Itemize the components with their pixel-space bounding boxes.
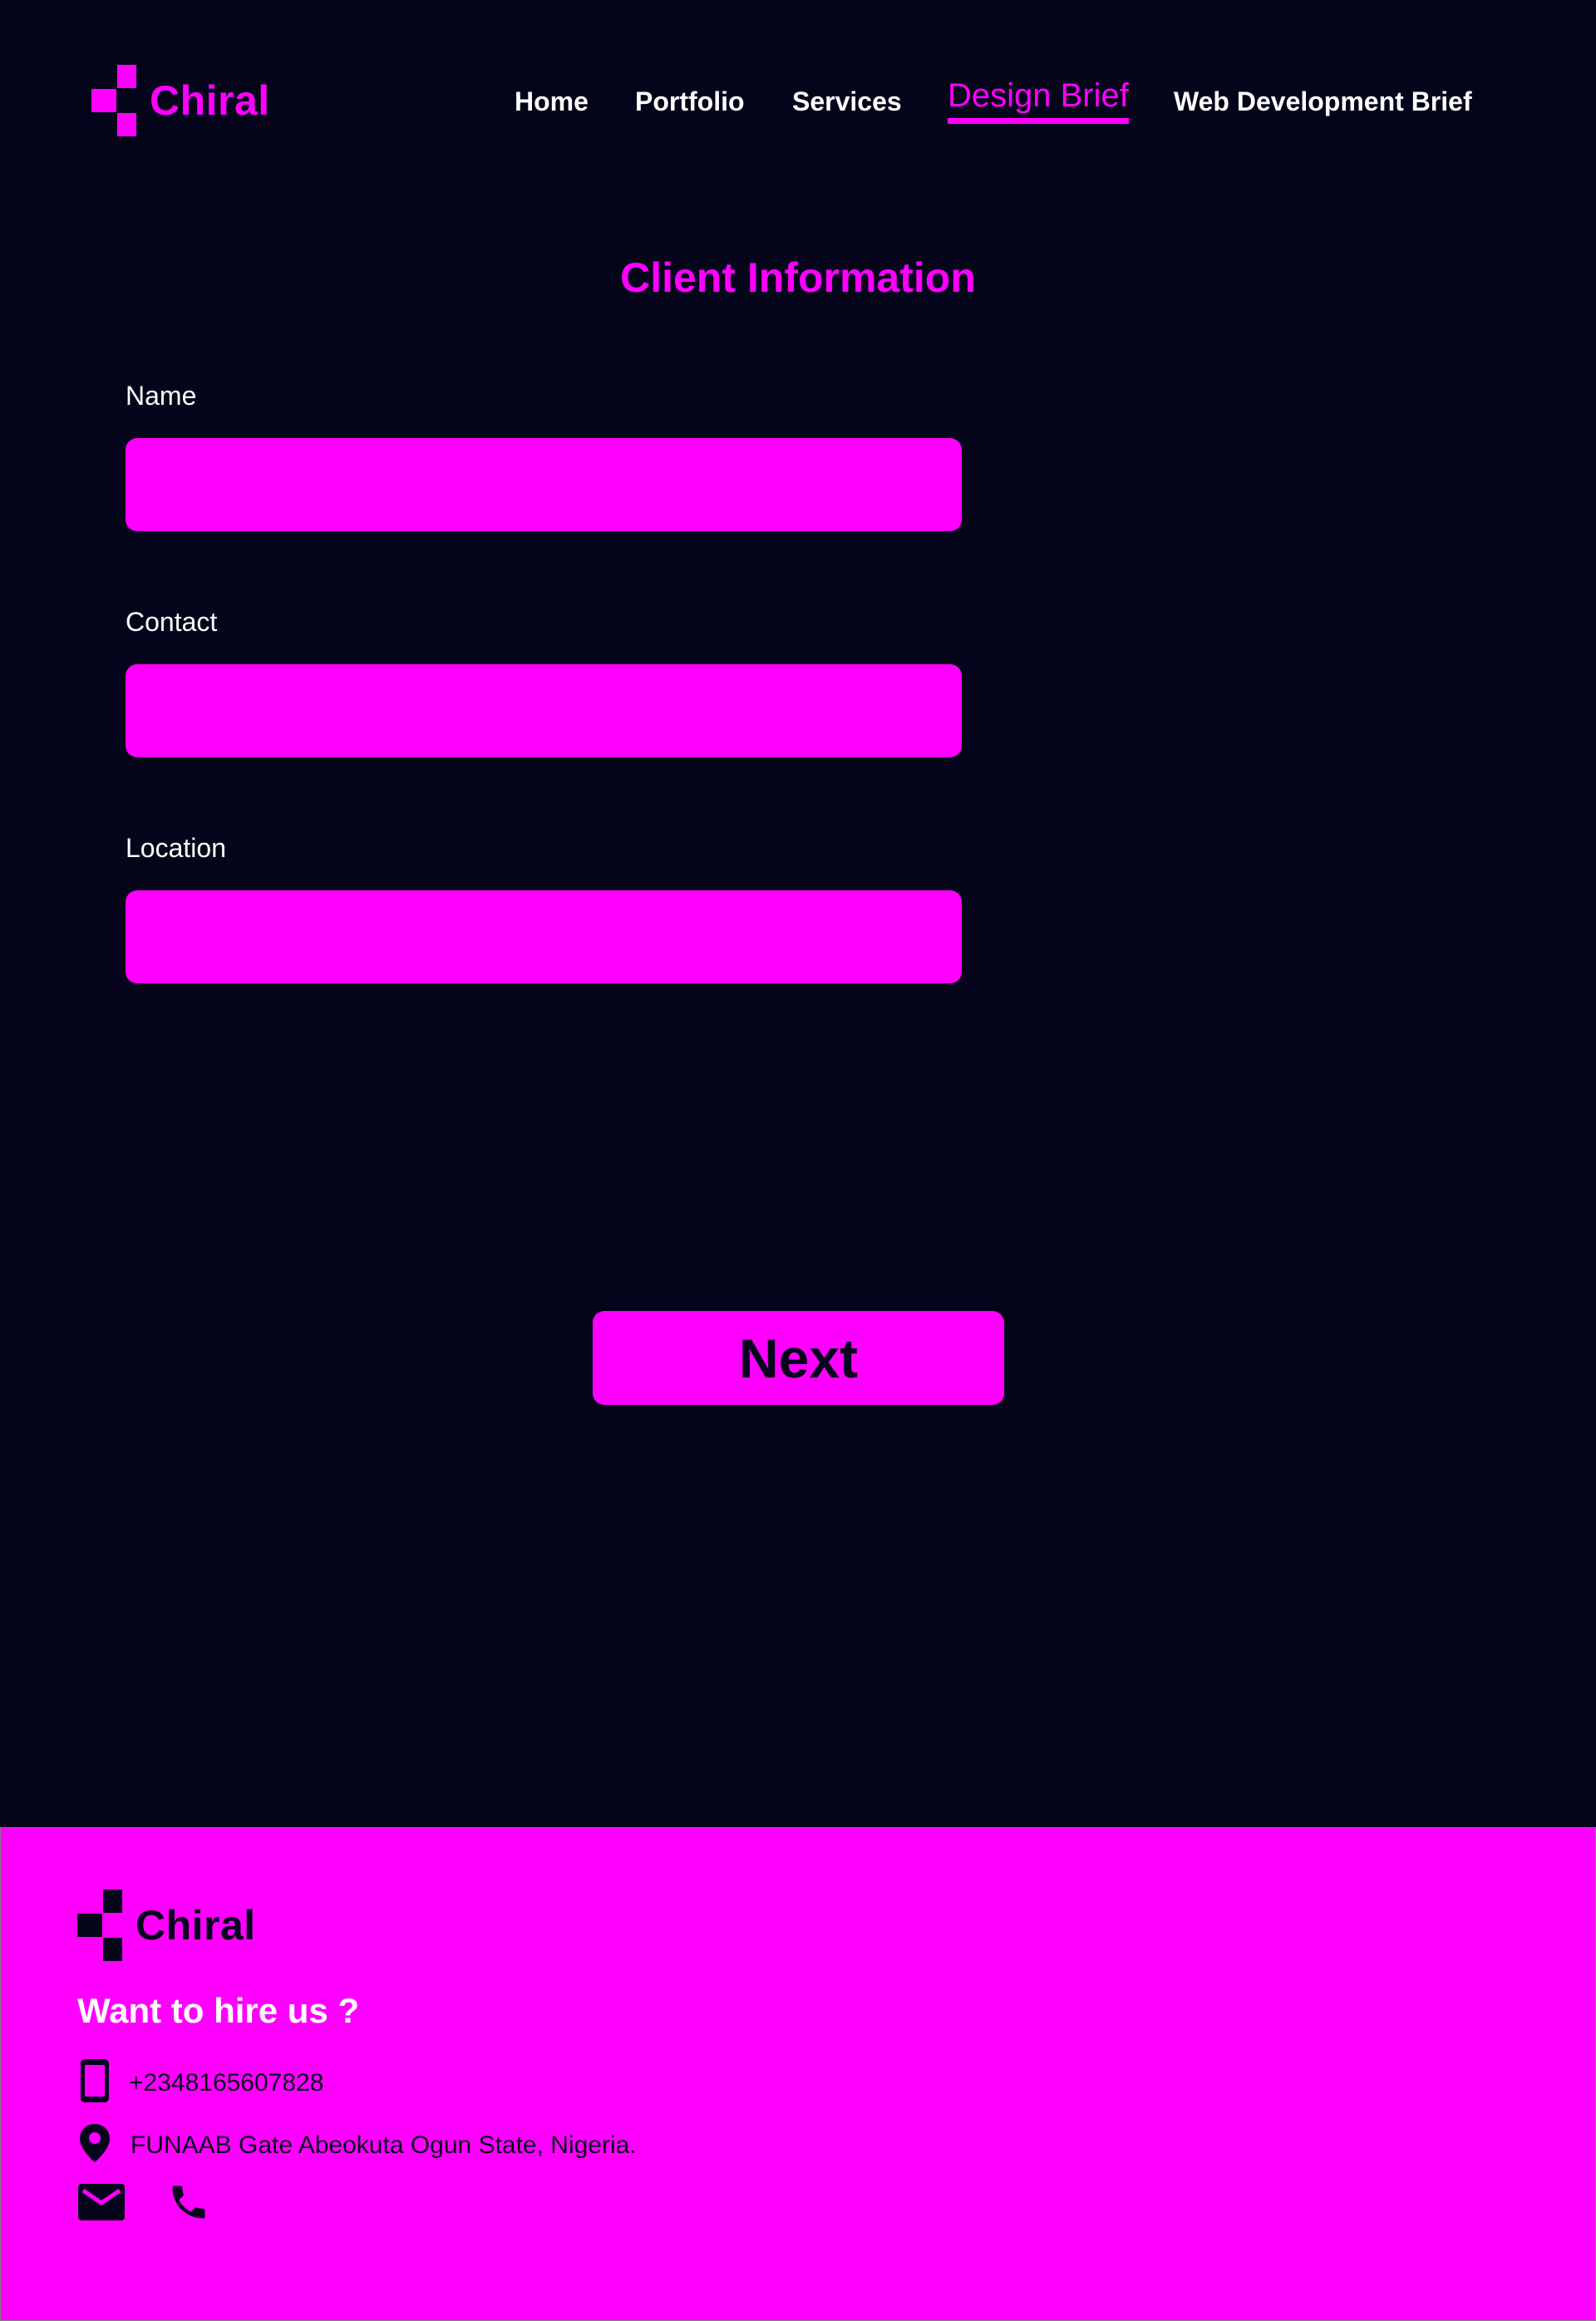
location-pin-icon bbox=[77, 2122, 112, 2168]
footer-address-row: FUNAAB Gate Abeokuta Ogun State, Nigeria… bbox=[77, 2122, 637, 2168]
footer-phone-row: +2348165607828 bbox=[77, 2057, 323, 2108]
nav-services[interactable]: Services bbox=[792, 86, 902, 117]
location-label: Location bbox=[126, 833, 226, 863]
footer-heading: Want to hire us ? bbox=[77, 1991, 360, 2030]
footer-address: FUNAAB Gate Abeokuta Ogun State, Nigeria… bbox=[131, 2131, 637, 2159]
mobile-phone-icon bbox=[77, 2057, 112, 2108]
mail-icon[interactable] bbox=[77, 2183, 126, 2225]
phone-icon[interactable] bbox=[167, 2181, 210, 2228]
main-nav: Home Portfolio Services Design Brief Web… bbox=[0, 77, 1596, 133]
nav-design-brief[interactable]: Design Brief bbox=[948, 77, 1129, 124]
footer-logo-mark-icon bbox=[77, 1890, 122, 1961]
nav-web-development-brief[interactable]: Web Development Brief bbox=[1174, 86, 1472, 117]
footer-brand-name: Chiral bbox=[135, 1902, 256, 1949]
page-title: Client Information bbox=[620, 254, 976, 301]
site-footer: Chiral Want to hire us ? +2348165607828 … bbox=[0, 1827, 1596, 2321]
nav-portfolio[interactable]: Portfolio bbox=[635, 86, 745, 117]
name-label: Name bbox=[126, 381, 197, 411]
location-field[interactable] bbox=[126, 890, 962, 983]
footer-logo[interactable]: Chiral bbox=[77, 1890, 256, 1961]
next-button[interactable]: Next bbox=[593, 1311, 1004, 1405]
nav-home[interactable]: Home bbox=[515, 86, 589, 117]
footer-contact-icons bbox=[77, 2181, 210, 2228]
contact-field[interactable] bbox=[126, 664, 962, 757]
site-header: Chiral Home Portfolio Services Design Br… bbox=[0, 0, 1596, 200]
name-field[interactable] bbox=[126, 438, 962, 531]
footer-phone[interactable]: +2348165607828 bbox=[129, 2069, 323, 2097]
contact-label: Contact bbox=[126, 607, 218, 637]
